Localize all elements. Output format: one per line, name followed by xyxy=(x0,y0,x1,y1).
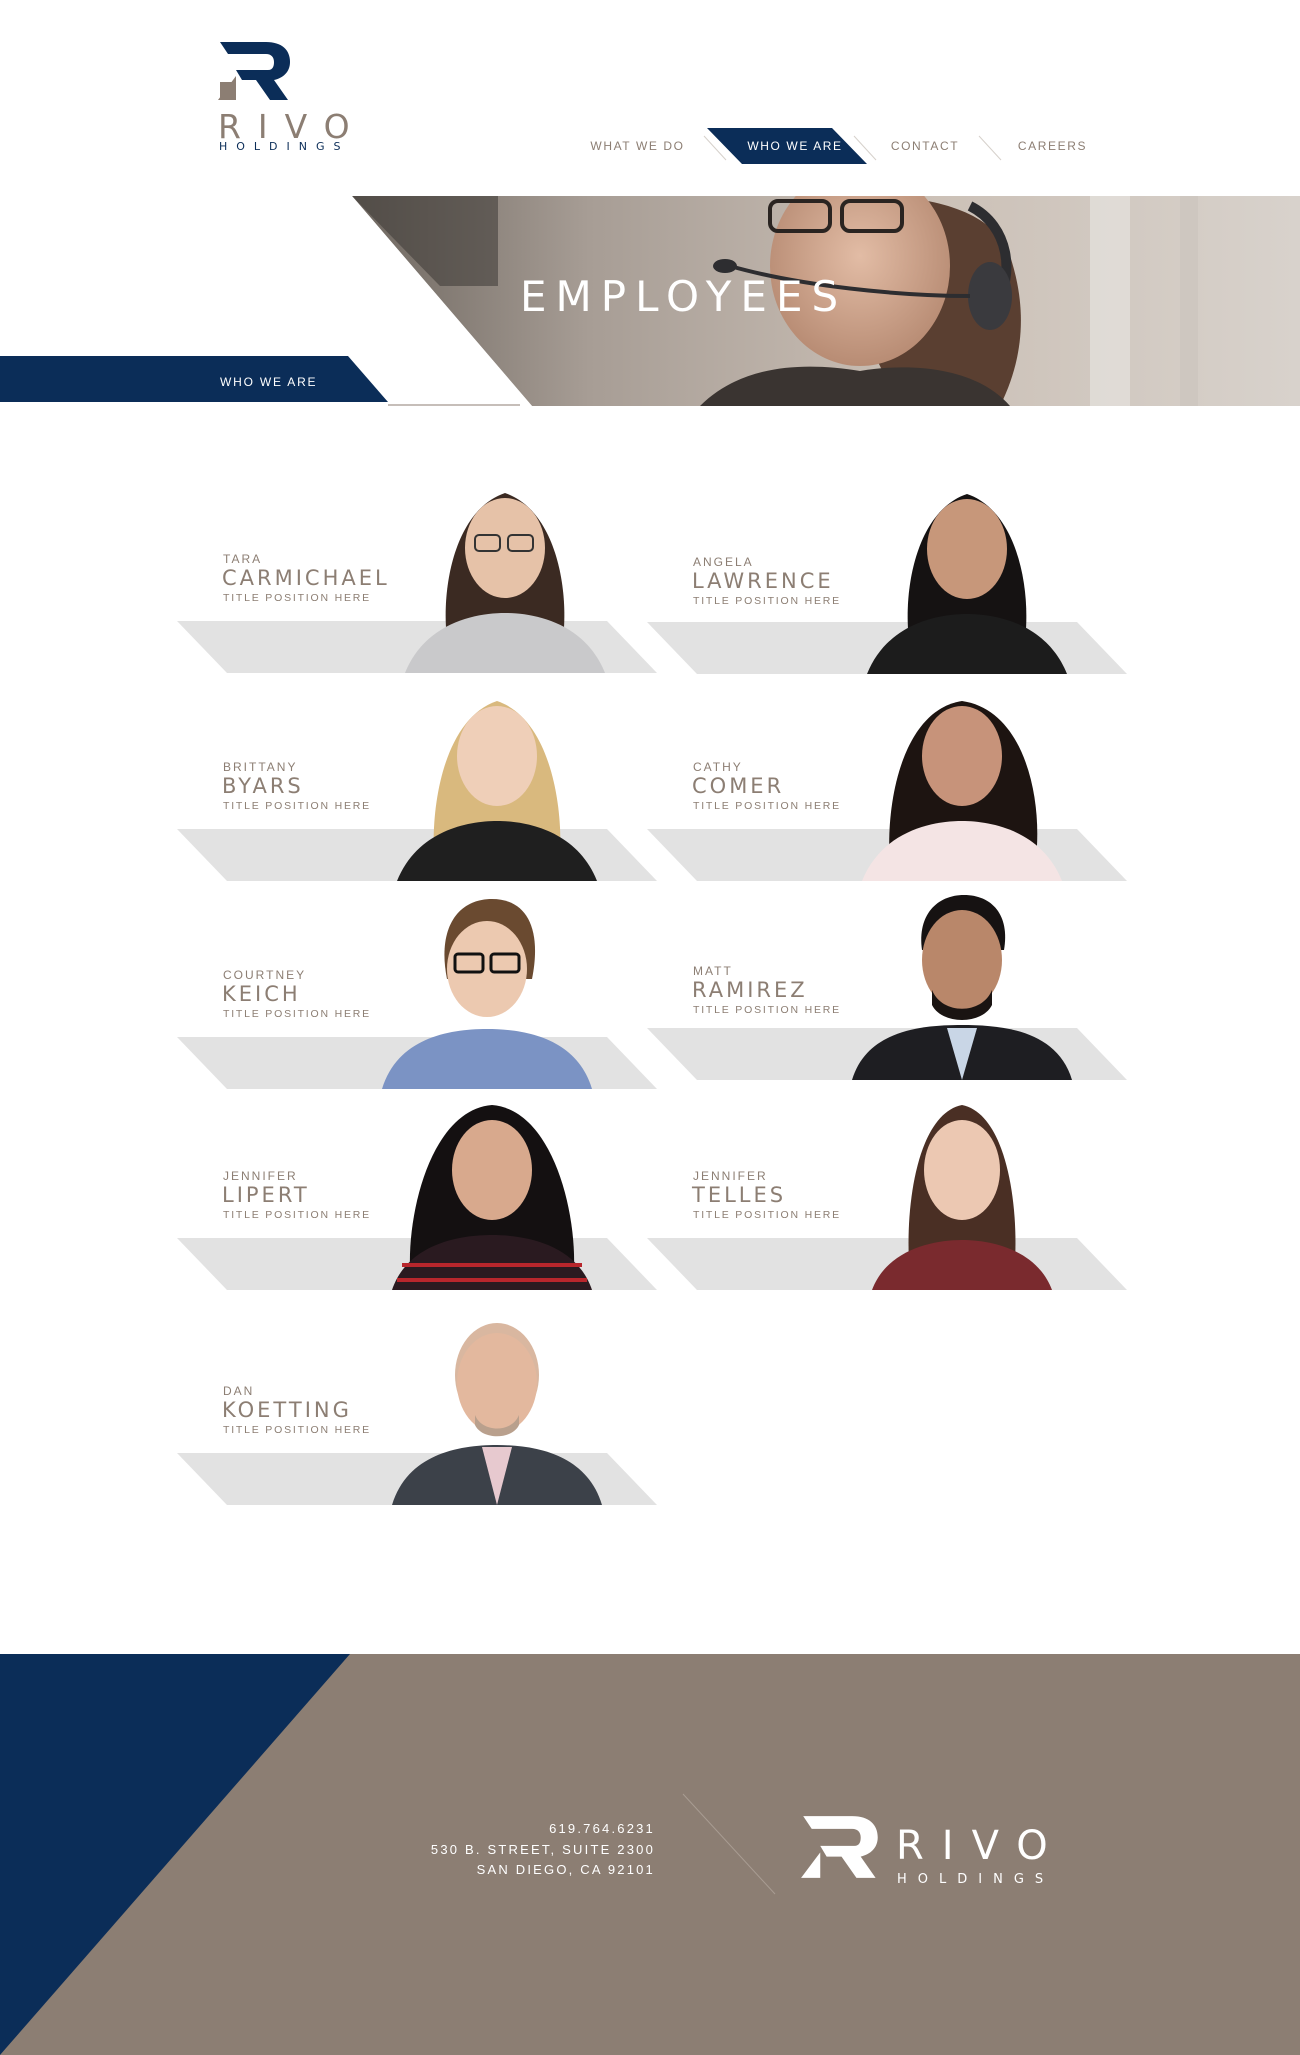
employee-photo xyxy=(382,899,592,1089)
employee-photo xyxy=(405,493,605,673)
employee-first-name: BRITTANY xyxy=(223,760,298,774)
footer-logo[interactable]: RIVO HOLDINGS xyxy=(800,1814,1090,1914)
employee-first-name: COURTNEY xyxy=(223,968,307,982)
employee-first-name: TARA xyxy=(223,552,263,566)
employee-photo xyxy=(392,1323,602,1505)
employee-first-name: ANGELA xyxy=(693,555,754,569)
logo-subtitle: HOLDINGS xyxy=(219,140,350,153)
employee-photo xyxy=(392,1105,592,1290)
employee-card[interactable]: DAN KOETTING TITLE POSITION HERE xyxy=(177,1305,657,1505)
employee-title: TITLE POSITION HERE xyxy=(223,800,371,812)
page-title: EMPLOYEES xyxy=(520,272,848,321)
employee-card[interactable]: JENNIFER LIPERT TITLE POSITION HERE xyxy=(177,1090,657,1290)
employee-title: TITLE POSITION HERE xyxy=(693,1004,841,1016)
employee-last-name: CARMICHAEL xyxy=(222,566,390,590)
employee-title: TITLE POSITION HERE xyxy=(693,800,841,812)
employee-last-name: RAMIREZ xyxy=(692,978,808,1002)
footer-address-line1: 530 B. STREET, SUITE 2300 xyxy=(430,1842,655,1857)
main-nav: WHAT WE DO WHO WE ARE CONTACT CAREERS xyxy=(560,126,1120,166)
employee-card[interactable]: MATT RAMIREZ TITLE POSITION HERE xyxy=(647,880,1127,1080)
nav-what-we-do[interactable]: WHAT WE DO xyxy=(560,126,715,166)
employee-card[interactable]: ANGELA LAWRENCE TITLE POSITION HERE xyxy=(647,474,1127,674)
employee-last-name: TELLES xyxy=(692,1183,787,1207)
footer-logo-subtitle: HOLDINGS xyxy=(897,1872,1055,1887)
employee-last-name: KOETTING xyxy=(222,1398,352,1422)
employee-photo xyxy=(852,895,1072,1080)
employee-photo xyxy=(872,1105,1052,1290)
footer-r-mark-icon xyxy=(801,1816,878,1878)
employee-first-name: JENNIFER xyxy=(223,1169,298,1183)
employee-last-name: KEICH xyxy=(222,982,301,1006)
employee-card[interactable]: BRITTANY BYARS TITLE POSITION HERE xyxy=(177,681,657,881)
hero-banner: EMPLOYEES WHO WE ARE xyxy=(0,196,1300,406)
employee-last-name: COMER xyxy=(692,774,785,798)
employee-card[interactable]: JENNIFER TELLES TITLE POSITION HERE xyxy=(647,1090,1127,1290)
employee-first-name: CATHY xyxy=(693,760,743,774)
nav-who-we-are[interactable]: WHO WE ARE xyxy=(720,126,870,166)
employee-title: TITLE POSITION HERE xyxy=(223,1008,371,1020)
employee-card[interactable]: TARA CARMICHAEL TITLE POSITION HERE xyxy=(177,473,657,673)
footer-logo-wordmark: RIVO xyxy=(896,1823,1066,1869)
nav-careers[interactable]: CAREERS xyxy=(990,126,1115,166)
nav-contact[interactable]: CONTACT xyxy=(865,126,985,166)
footer-phone[interactable]: 619.764.6231 xyxy=(335,1822,655,1835)
logo-r-mark-icon xyxy=(218,42,290,100)
footer: 619.764.6231 530 B. STREET, SUITE 2300 S… xyxy=(0,1654,1300,2055)
employee-last-name: LAWRENCE xyxy=(692,569,834,593)
rivo-logo[interactable]: RIVO HOLDINGS xyxy=(218,40,378,160)
employee-title: TITLE POSITION HERE xyxy=(223,1209,371,1221)
employee-photo xyxy=(397,701,597,881)
employee-photo xyxy=(867,494,1067,674)
employee-first-name: DAN xyxy=(223,1384,255,1398)
employee-title: TITLE POSITION HERE xyxy=(693,595,841,607)
employee-card[interactable]: CATHY COMER TITLE POSITION HERE xyxy=(647,681,1127,881)
employee-title: TITLE POSITION HERE xyxy=(223,592,371,604)
employee-last-name: BYARS xyxy=(222,774,304,798)
logo-wordmark: RIVO xyxy=(218,107,367,146)
footer-address-line2: SAN DIEGO, CA 92101 xyxy=(476,1862,655,1877)
employee-photo xyxy=(862,701,1062,881)
employee-first-name: MATT xyxy=(693,964,733,978)
section-badge: WHO WE ARE xyxy=(220,375,318,389)
employee-title: TITLE POSITION HERE xyxy=(223,1424,371,1436)
footer-contact: 619.764.6231 530 B. STREET, SUITE 2300 S… xyxy=(335,1822,655,1892)
employee-card[interactable]: COURTNEY KEICH TITLE POSITION HERE xyxy=(177,889,657,1089)
employee-first-name: JENNIFER xyxy=(693,1169,768,1183)
employee-title: TITLE POSITION HERE xyxy=(693,1209,841,1221)
employee-last-name: LIPERT xyxy=(222,1183,310,1207)
